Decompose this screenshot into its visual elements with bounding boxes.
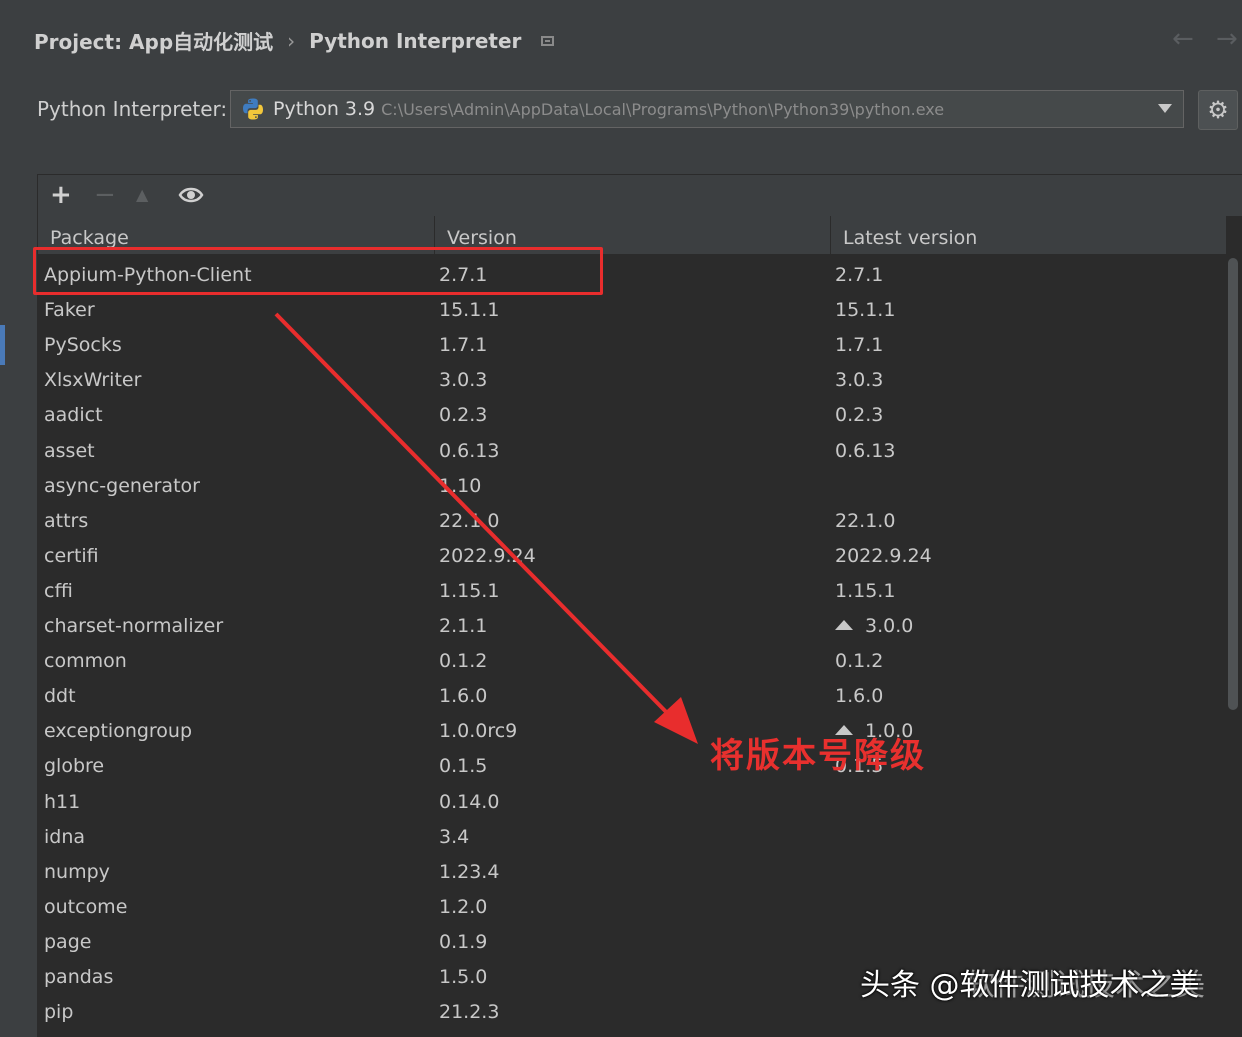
annotation-arrow	[274, 312, 698, 744]
annotation-text: 将版本号降级	[710, 736, 926, 776]
watermark: 头条 @软件测试技术之美	[860, 968, 1200, 1003]
